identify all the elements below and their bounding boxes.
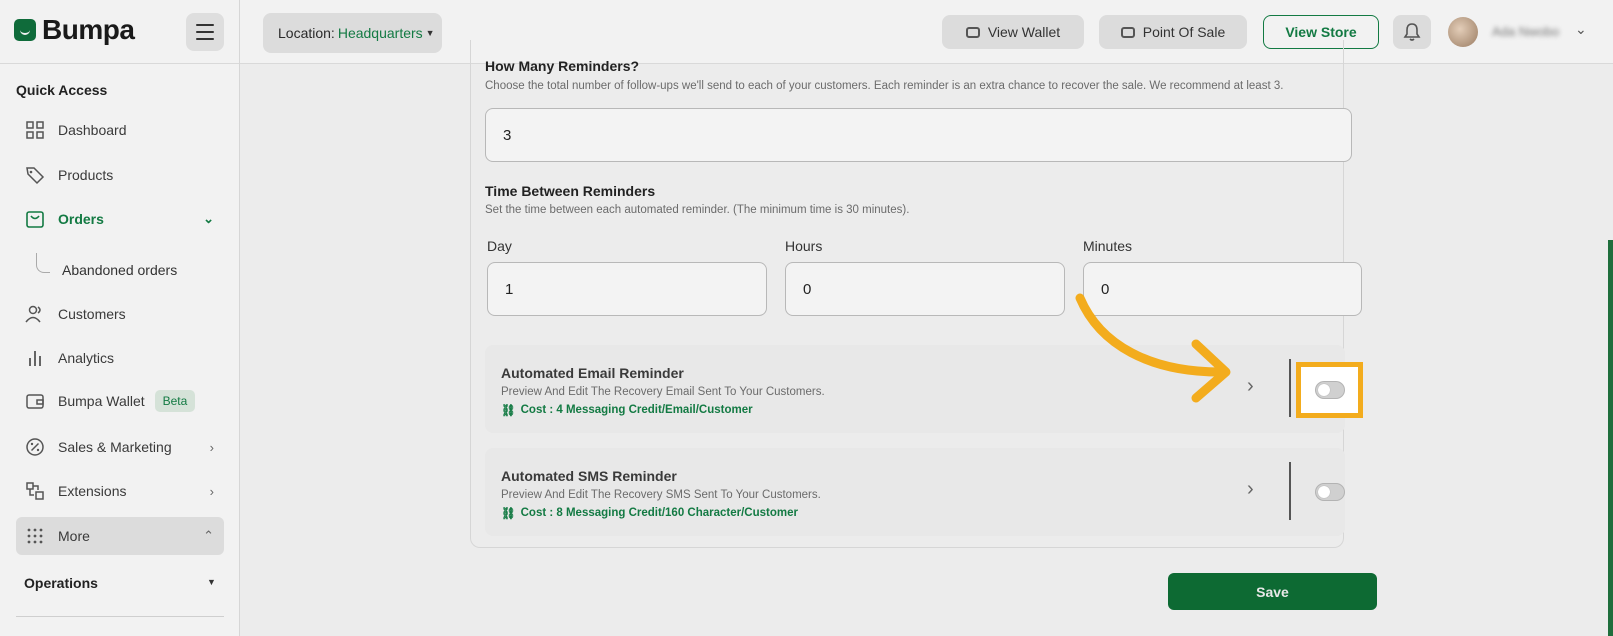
users-icon — [24, 303, 46, 325]
location-value: Headquarters — [337, 25, 423, 41]
caret-down-icon: ▼ — [425, 28, 435, 38]
day-label: Day — [487, 238, 512, 254]
day-input[interactable]: 1 — [487, 262, 767, 316]
annotation-arrow-icon — [1075, 293, 1231, 403]
email-toggle-highlight — [1296, 362, 1363, 418]
sms-reminder-toggle[interactable] — [1315, 483, 1345, 501]
extensions-icon — [24, 480, 46, 502]
view-wallet-label: View Wallet — [987, 24, 1061, 40]
sms-reminder-description: Preview And Edit The Recovery SMS Sent T… — [501, 489, 821, 501]
reminders-count-input[interactable]: 3 — [485, 108, 1352, 162]
sidebar-item-label: Orders — [58, 211, 104, 227]
notifications-button[interactable] — [1393, 15, 1431, 49]
caret-down-icon[interactable]: ▼ — [207, 577, 216, 587]
sidebar-item-label: Customers — [58, 306, 126, 322]
sms-reminder-title: Automated SMS Reminder — [501, 468, 677, 484]
minutes-label: Minutes — [1083, 238, 1133, 254]
menu-icon — [196, 24, 214, 26]
beta-badge: Beta — [154, 390, 196, 412]
user-name[interactable]: Ada Nwobo — [1492, 24, 1559, 39]
chevron-right-icon[interactable]: › — [1247, 478, 1254, 501]
sidebar-item-label: Dashboard — [58, 122, 127, 138]
operations-heading[interactable]: Operations — [24, 575, 98, 591]
sidebar-item-label: Sales & Marketing — [58, 439, 172, 455]
sidebar-item-label: More — [58, 528, 90, 544]
sidebar-item-extensions[interactable]: Extensions › — [16, 472, 224, 510]
chevron-right-icon: › — [209, 483, 214, 499]
email-reminder-description: Preview And Edit The Recovery Email Sent… — [501, 386, 825, 398]
sidebar-item-customers[interactable]: Customers — [16, 295, 224, 333]
email-reminder-cost-text: Cost : 4 Messaging Credit/Email/Customer — [520, 404, 753, 416]
sidebar-item-dashboard[interactable]: Dashboard — [16, 111, 224, 149]
link-icon: ⛓ — [501, 508, 516, 520]
sidebar-item-more[interactable]: More ⌃ — [16, 517, 224, 555]
sidebar-divider — [239, 0, 240, 636]
sidebar-item-products[interactable]: Products — [16, 156, 224, 194]
dots-grid-icon — [24, 525, 46, 547]
email-reminder-cost: ⛓ Cost : 4 Messaging Credit/Email/Custom… — [501, 403, 753, 417]
bag-icon — [24, 208, 46, 230]
hours-label: Hours — [785, 238, 823, 254]
location-selector[interactable]: Location: Headquarters ▼ — [263, 13, 442, 53]
sidebar-item-label: Analytics — [58, 350, 115, 366]
sidebar-item-label: Extensions — [58, 483, 127, 499]
sidebar-item-label: Products — [58, 167, 114, 183]
sidebar-item-sales-marketing[interactable]: Sales & Marketing › — [16, 428, 224, 466]
sms-reminder-cost-text: Cost : 8 Messaging Credit/160 Character/… — [520, 507, 798, 519]
time-between-title: Time Between Reminders — [485, 183, 656, 199]
email-reminder-title: Automated Email Reminder — [501, 365, 684, 381]
brand-logo[interactable]: Bumpa — [14, 14, 135, 46]
divider — [1289, 462, 1291, 520]
divider — [16, 616, 224, 617]
reminders-count-title: How Many Reminders? — [485, 58, 640, 74]
chevron-down-icon: ⌄ — [203, 211, 214, 226]
sms-reminder-row[interactable]: Automated SMS Reminder Preview And Edit … — [485, 448, 1345, 536]
tree-connector — [36, 253, 50, 273]
point-of-sale-label: Point Of Sale — [1142, 24, 1226, 40]
sidebar: Quick Access Dashboard Products Orders ⌄… — [0, 64, 239, 636]
time-between-description: Set the time between each automated remi… — [485, 204, 910, 216]
brand-name: Bumpa — [42, 14, 135, 45]
chevron-right-icon: › — [209, 439, 214, 455]
wallet-icon — [24, 390, 46, 412]
location-label: Location: — [278, 25, 335, 41]
hours-input[interactable]: 0 — [785, 262, 1065, 316]
sidebar-item-abandoned-orders[interactable]: Abandoned orders — [62, 262, 177, 278]
avatar[interactable] — [1448, 17, 1478, 47]
sidebar-item-bumpa-wallet[interactable]: Bumpa Wallet Beta — [16, 382, 224, 420]
pos-icon — [1120, 26, 1135, 38]
sidebar-item-label: Bumpa Wallet — [58, 393, 145, 409]
divider — [1289, 359, 1291, 417]
percent-icon — [24, 436, 46, 458]
chevron-down-icon[interactable]: ⌄ — [1575, 21, 1587, 38]
wallet-icon — [965, 26, 980, 38]
email-reminder-toggle[interactable] — [1315, 381, 1345, 399]
sidebar-item-orders[interactable]: Orders ⌄ — [16, 200, 224, 238]
scrollbar[interactable] — [1608, 240, 1613, 636]
hamburger-menu-button[interactable] — [186, 13, 224, 51]
save-button[interactable]: Save — [1168, 573, 1377, 610]
quick-access-heading: Quick Access — [16, 82, 108, 98]
reminders-count-description: Choose the total number of follow-ups we… — [485, 80, 1284, 92]
bell-icon — [1403, 23, 1421, 41]
chevron-up-icon: ⌃ — [203, 528, 214, 543]
sms-reminder-cost: ⛓ Cost : 8 Messaging Credit/160 Characte… — [501, 506, 798, 520]
grid-icon — [24, 119, 46, 141]
sidebar-item-analytics[interactable]: Analytics — [16, 339, 224, 377]
link-icon: ⛓ — [501, 405, 516, 417]
bar-chart-icon — [24, 347, 46, 369]
view-store-label: View Store — [1285, 24, 1357, 40]
bumpa-logo-icon — [14, 19, 36, 41]
tag-icon — [24, 164, 46, 186]
